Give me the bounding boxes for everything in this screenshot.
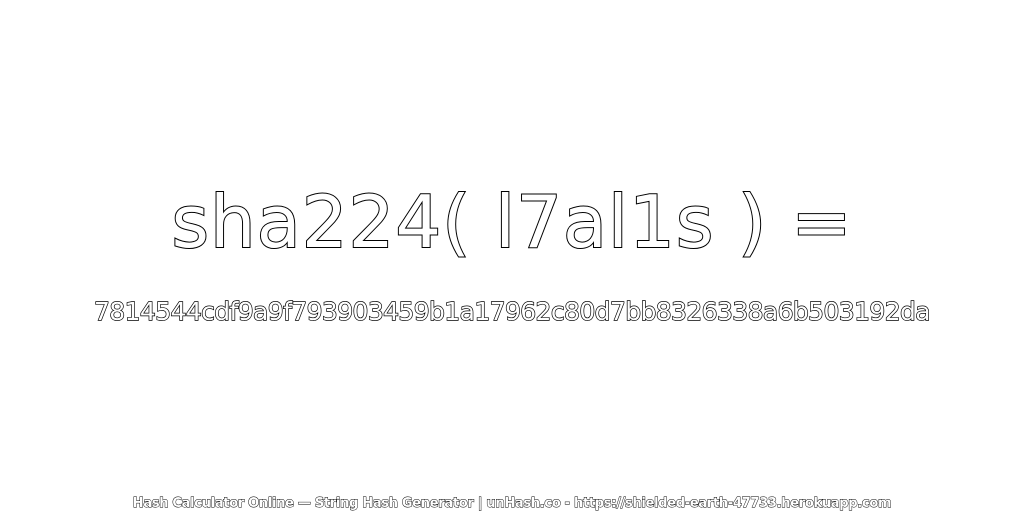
hash-output-value: 7814544cdf9a9f793903459b1a17962c80d7bb83…: [93, 296, 931, 326]
hash-result-canvas: sha224( l7al1s ) = 7814544cdf9a9f7939034…: [0, 0, 1024, 512]
hash-expression-heading: sha224( l7al1s ) =: [170, 179, 853, 265]
site-footer-credit: Hash Calculator Online — String Hash Gen…: [132, 496, 892, 512]
